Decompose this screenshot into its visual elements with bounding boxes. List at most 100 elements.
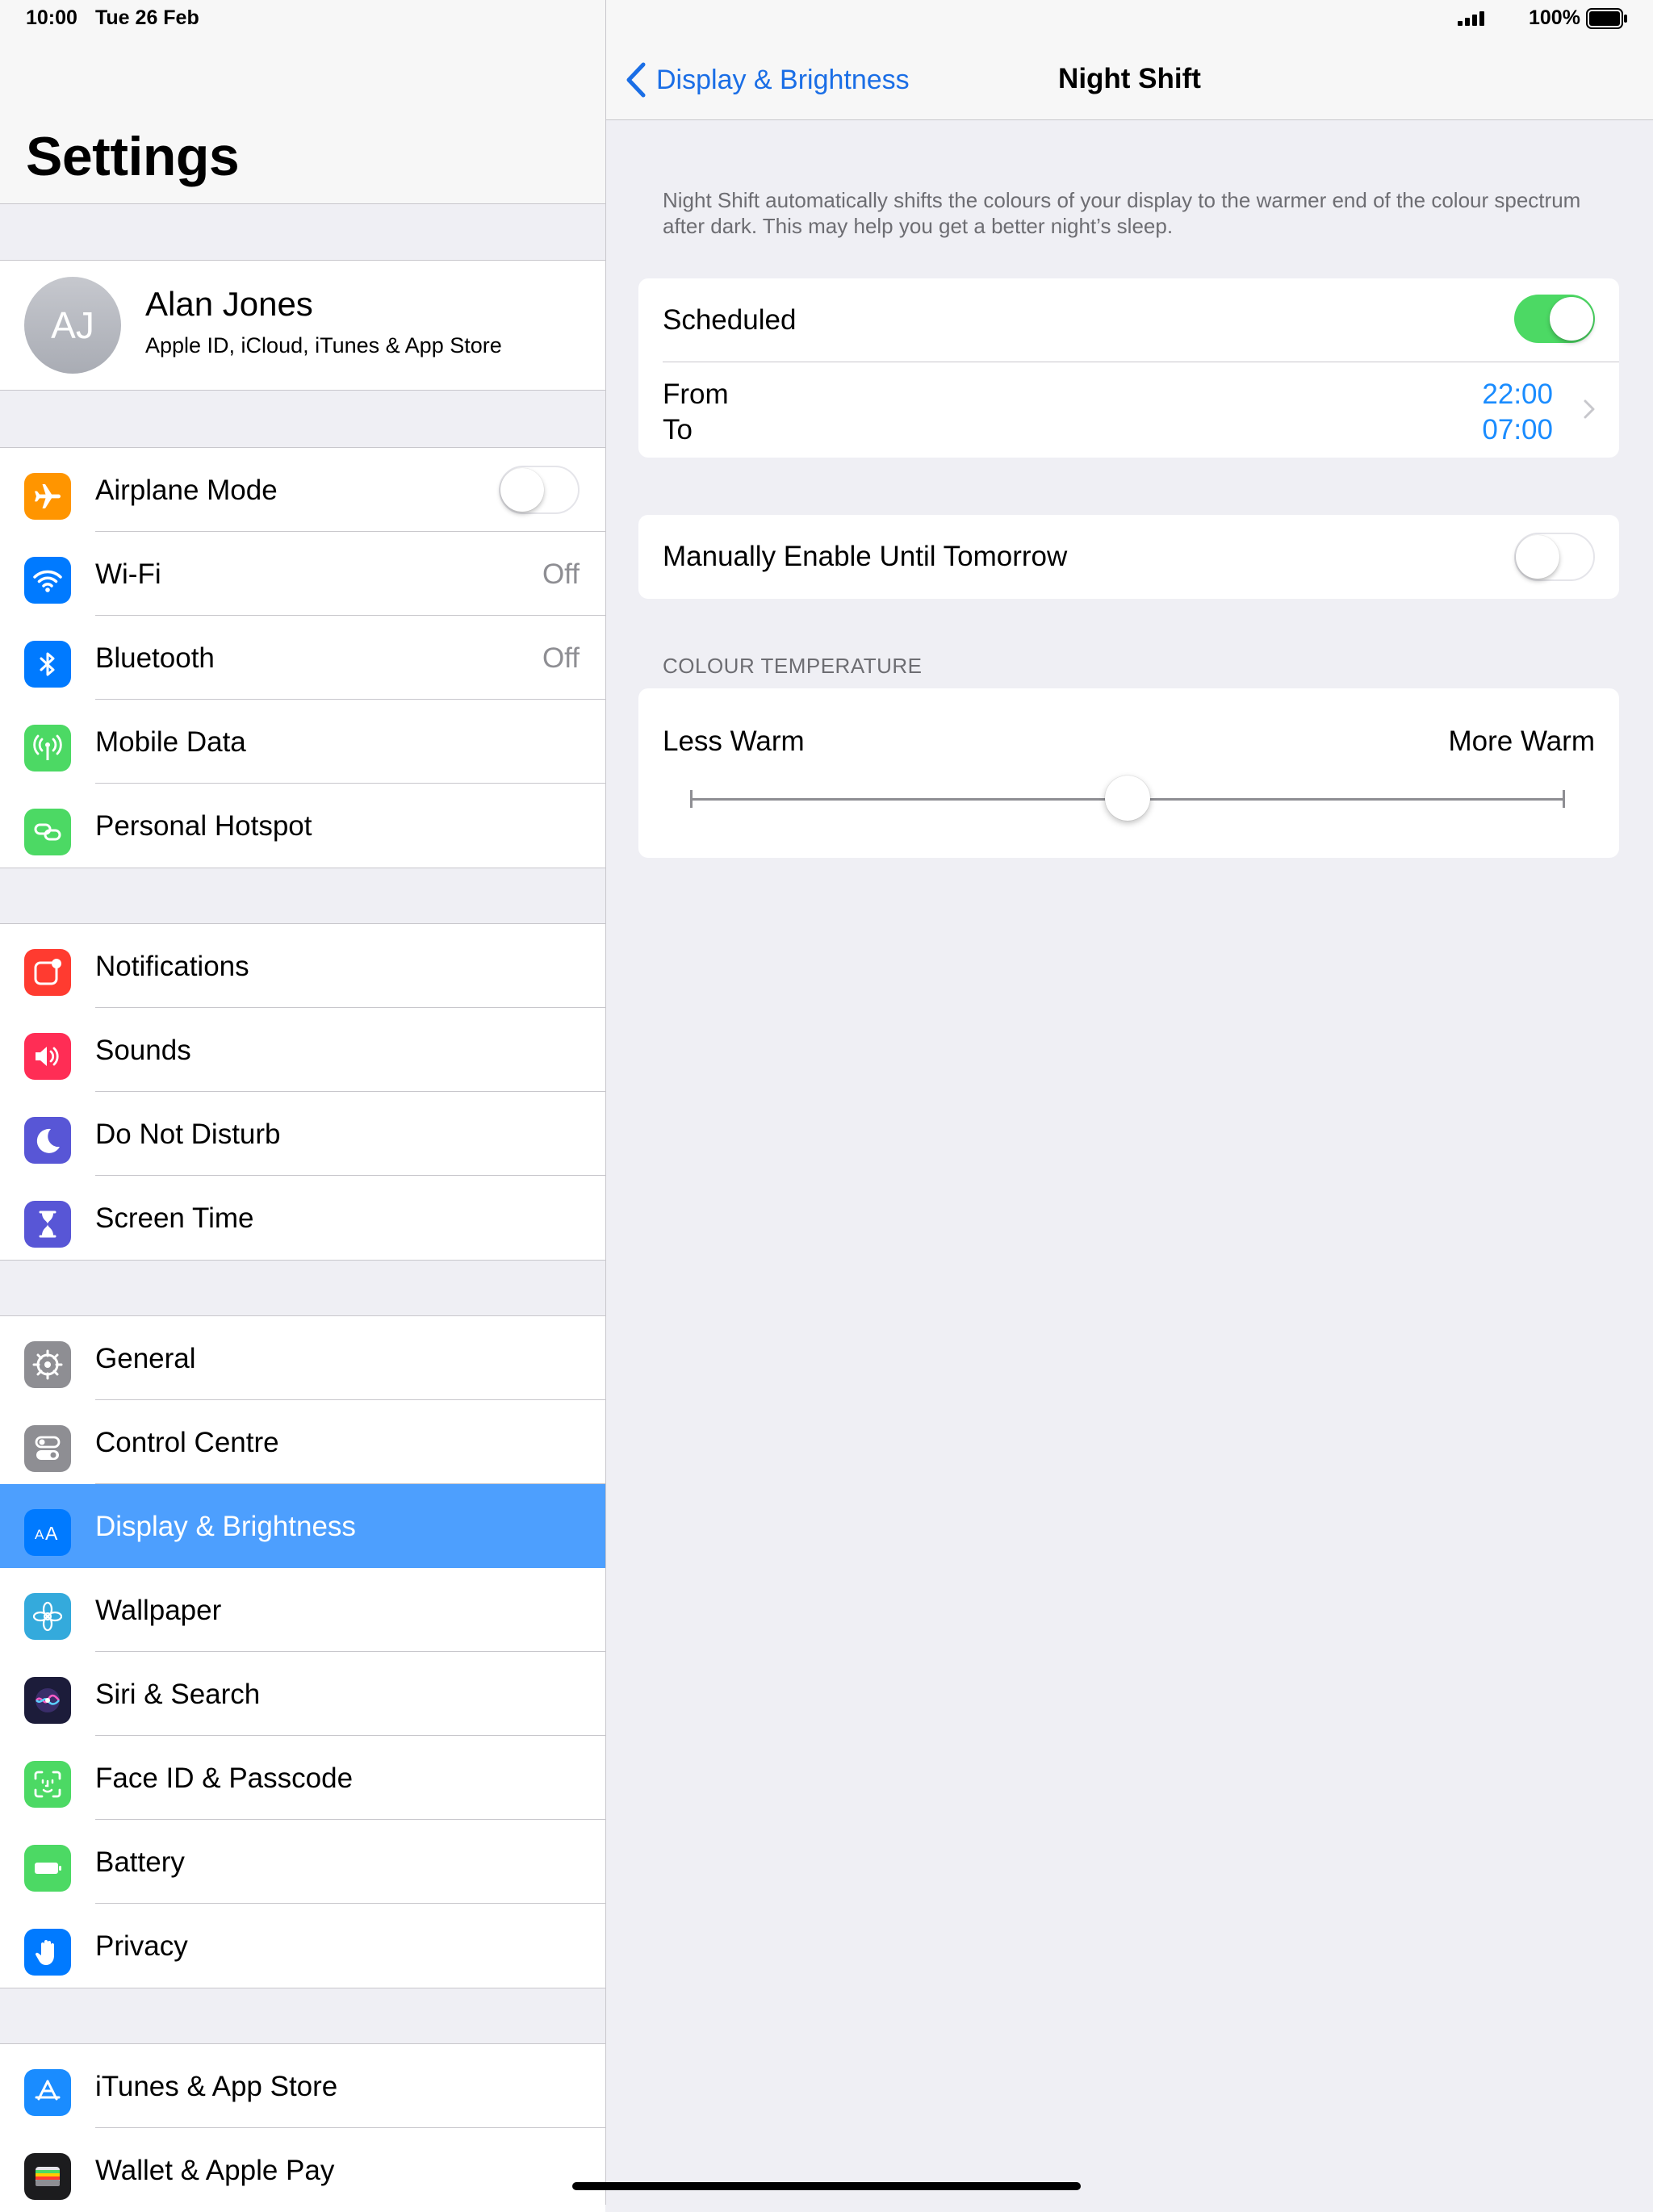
sidebar-item-bluetooth[interactable]: Bluetooth Off [0, 616, 605, 700]
notifications-icon [24, 949, 71, 996]
schedule-times-row[interactable]: From To 22:00 07:00 [638, 362, 1619, 458]
sidebar-item-privacy[interactable]: Privacy [0, 1904, 605, 1988]
airplane-mode-toggle[interactable] [499, 466, 580, 514]
sidebar-item-personal-hotspot[interactable]: Personal Hotspot [0, 784, 605, 868]
sidebar-item-airplane-mode[interactable]: Airplane Mode [0, 448, 605, 532]
settings-group-general: General Control Centre AA Display & Brig… [0, 1315, 605, 1988]
sidebar-item-wifi[interactable]: Wi-Fi Off [0, 532, 605, 616]
sidebar-item-wallet-apple-pay[interactable]: Wallet & Apple Pay [0, 2128, 605, 2212]
sidebar-item-label: Wallpaper [95, 1595, 222, 1626]
moon-icon [24, 1117, 71, 1164]
sidebar-item-label: Do Not Disturb [95, 1119, 281, 1150]
svg-text:A: A [45, 1523, 58, 1544]
more-warm-label: More Warm [1448, 725, 1595, 757]
chevron-right-icon [1584, 399, 1595, 419]
sidebar-item-label: Privacy [95, 1930, 188, 1962]
wallet-icon [24, 2153, 71, 2200]
sidebar-item-wallpaper[interactable]: Wallpaper [0, 1568, 605, 1652]
profile-subtitle: Apple ID, iCloud, iTunes & App Store [145, 333, 502, 358]
bluetooth-status-value: Off [542, 642, 580, 674]
wifi-icon [24, 557, 71, 604]
slider-max-tick [1563, 790, 1565, 808]
sidebar-item-label: Notifications [95, 951, 249, 982]
sidebar-item-label: Wi-Fi [95, 558, 161, 590]
less-warm-label: Less Warm [663, 725, 805, 757]
speaker-icon [24, 1033, 71, 1080]
profile-name: Alan Jones [145, 285, 313, 323]
page-title: Settings [26, 126, 240, 187]
manual-enable-card: Manually Enable Until Tomorrow [638, 515, 1619, 599]
antenna-icon [24, 725, 71, 771]
hourglass-icon [24, 1201, 71, 1248]
cellular-signal-icon [1458, 11, 1484, 26]
scheduled-toggle[interactable] [1514, 295, 1595, 343]
sidebar-item-label: Control Centre [95, 1427, 279, 1458]
sidebar-item-label: Wallet & Apple Pay [95, 2155, 335, 2186]
settings-group-connectivity: Airplane Mode Wi-Fi Off Bluetooth Off Mo… [0, 447, 605, 868]
face-id-icon [24, 1761, 71, 1808]
sidebar-item-label: Mobile Data [95, 726, 246, 758]
schedule-card: Scheduled From To 22:00 07:00 [638, 278, 1619, 458]
hand-icon [24, 1929, 71, 1976]
svg-text:A: A [35, 1527, 44, 1542]
status-date: Tue 26 Feb [95, 6, 199, 29]
slider-thumb[interactable] [1105, 776, 1150, 821]
app-store-icon [24, 2069, 71, 2116]
settings-group-store: iTunes & App Store Wallet & Apple Pay [0, 2043, 605, 2212]
home-indicator[interactable] [572, 2182, 1081, 2190]
sidebar-item-mobile-data[interactable]: Mobile Data [0, 700, 605, 784]
sidebar-item-do-not-disturb[interactable]: Do Not Disturb [0, 1092, 605, 1176]
sidebar-item-control-centre[interactable]: Control Centre [0, 1400, 605, 1484]
gear-icon [24, 1341, 71, 1388]
from-label: From [663, 378, 729, 410]
colour-temperature-header: COLOUR TEMPERATURE [663, 654, 923, 678]
page-title: Night Shift [1058, 63, 1201, 94]
sidebar-item-itunes-app-store[interactable]: iTunes & App Store [0, 2044, 605, 2128]
status-time: 10:00 [26, 6, 77, 29]
bluetooth-icon [24, 641, 71, 688]
sidebar-item-label: Sounds [95, 1035, 191, 1066]
manual-enable-toggle[interactable] [1514, 533, 1595, 581]
wifi-status-value: Off [542, 558, 580, 590]
settings-group-notifications: Notifications Sounds Do Not Disturb Scre… [0, 923, 605, 1261]
sidebar-item-label: Display & Brightness [95, 1511, 356, 1542]
sidebar-item-label: iTunes & App Store [95, 2071, 338, 2102]
to-label: To [663, 414, 693, 445]
sidebar-item-siri-search[interactable]: Siri & Search [0, 1652, 605, 1736]
sidebar-item-face-id-passcode[interactable]: Face ID & Passcode [0, 1736, 605, 1820]
avatar: AJ [24, 277, 121, 374]
manual-enable-label: Manually Enable Until Tomorrow [663, 541, 1068, 572]
sidebar-item-label: Airplane Mode [95, 475, 278, 506]
airplane-icon [24, 473, 71, 520]
status-bar: 10:00 Tue 26 Feb 100% [0, 0, 1653, 36]
sidebar-item-notifications[interactable]: Notifications [0, 924, 605, 1008]
hotspot-icon [24, 809, 71, 855]
sidebar-item-label: Battery [95, 1846, 185, 1878]
flower-icon [24, 1593, 71, 1640]
to-time: 07:00 [1482, 414, 1553, 445]
settings-sidebar[interactable]: Settings AJ Alan Jones Apple ID, iCloud,… [0, 0, 606, 2212]
sidebar-item-sounds[interactable]: Sounds [0, 1008, 605, 1092]
sidebar-item-general[interactable]: General [0, 1316, 605, 1400]
battery-icon [24, 1845, 71, 1892]
sidebar-item-screen-time[interactable]: Screen Time [0, 1176, 605, 1260]
apple-id-profile[interactable]: AJ Alan Jones Apple ID, iCloud, iTunes &… [0, 260, 605, 391]
from-time: 22:00 [1482, 378, 1553, 410]
sidebar-item-battery[interactable]: Battery [0, 1820, 605, 1904]
sidebar-item-label: Siri & Search [95, 1679, 261, 1710]
text-size-icon: AA [24, 1509, 71, 1556]
siri-icon [24, 1677, 71, 1724]
battery-percentage: 100% [1529, 6, 1580, 29]
night-shift-detail: Display & Brightness Night Shift Night S… [606, 0, 1653, 2205]
colour-temperature-card: Less Warm More Warm [638, 688, 1619, 858]
sidebar-item-display-brightness[interactable]: AA Display & Brightness [0, 1484, 605, 1568]
sidebar-item-label: Screen Time [95, 1202, 254, 1234]
scheduled-label: Scheduled [663, 304, 797, 336]
sidebar-item-label: Personal Hotspot [95, 810, 312, 842]
sidebar-item-label: General [95, 1343, 196, 1374]
battery-status-icon [1586, 8, 1627, 29]
switches-icon [24, 1425, 71, 1472]
sidebar-item-label: Face ID & Passcode [95, 1762, 354, 1794]
sidebar-item-label: Bluetooth [95, 642, 215, 674]
night-shift-description: Night Shift automatically shifts the col… [663, 188, 1581, 238]
